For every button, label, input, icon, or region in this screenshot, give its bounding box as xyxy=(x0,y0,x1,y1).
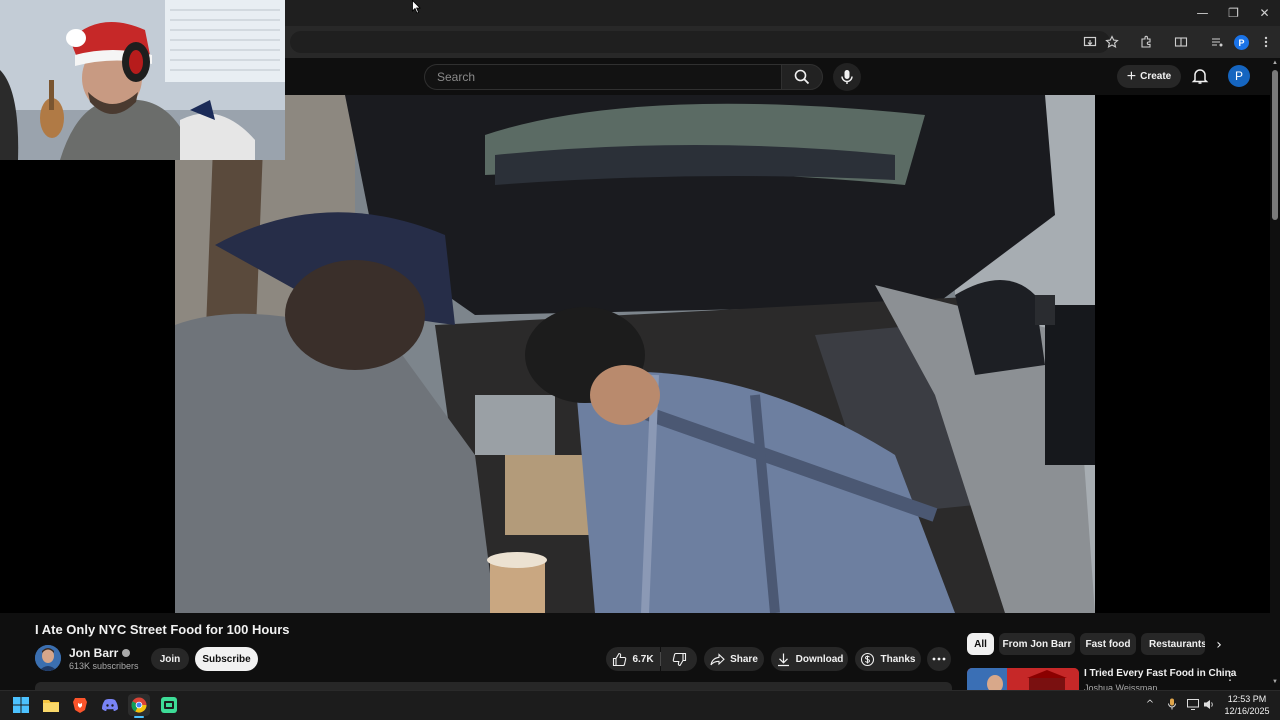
like-button[interactable]: 6.7K xyxy=(606,647,660,671)
thanks-label: Thanks xyxy=(880,653,916,665)
video-player[interactable] xyxy=(175,95,1095,613)
scrollbar-thumb[interactable] xyxy=(1272,70,1278,220)
chrome-icon[interactable] xyxy=(128,694,150,716)
browser-profile-avatar[interactable]: P xyxy=(1234,35,1249,50)
webcam-image xyxy=(0,0,285,160)
scroll-down-arrow-icon[interactable]: ▼ xyxy=(1271,679,1279,687)
address-bar[interactable] xyxy=(290,31,1110,53)
dislike-button[interactable] xyxy=(661,647,697,671)
download-icon xyxy=(777,653,789,666)
discord-icon[interactable] xyxy=(99,694,121,716)
download-label: Download xyxy=(795,653,844,665)
more-horizontal-icon xyxy=(932,657,946,661)
download-button[interactable]: Download xyxy=(771,647,848,671)
tray-overflow-icon[interactable]: ^ xyxy=(1144,698,1156,710)
subscribe-button[interactable]: Subscribe xyxy=(195,647,258,671)
search-icon xyxy=(794,69,810,85)
file-explorer-icon[interactable] xyxy=(40,694,62,716)
system-clock[interactable]: 12:53 PM 12/16/2025 xyxy=(1220,693,1274,717)
subscriber-count: 613K subscribers xyxy=(69,661,139,671)
reading-mode-icon[interactable] xyxy=(1173,34,1189,50)
media-control-icon[interactable] xyxy=(1209,34,1225,50)
share-button[interactable]: Share xyxy=(704,647,764,671)
microphone-tray-icon[interactable] xyxy=(1166,698,1178,710)
minimize-button[interactable]: — xyxy=(1187,0,1218,26)
browser-menu-icon[interactable] xyxy=(1258,34,1274,50)
super-thanks-icon xyxy=(861,652,875,666)
video-frame-image xyxy=(175,95,1095,613)
channel-name[interactable]: Jon Barr xyxy=(69,646,131,660)
thanks-button[interactable]: Thanks xyxy=(855,647,921,671)
share-icon xyxy=(710,652,725,665)
restore-button[interactable]: ❐ xyxy=(1218,0,1249,26)
screen: — ❐ ✕ P Search + Create P ▲ ▼ I Ate Only… xyxy=(0,0,1280,720)
account-avatar[interactable]: P xyxy=(1228,65,1250,87)
search-placeholder: Search xyxy=(437,70,476,84)
clock-date: 12/16/2025 xyxy=(1224,706,1270,716)
thumbs-up-icon xyxy=(613,652,627,666)
windows-taskbar xyxy=(0,690,1280,720)
chip-from-channel[interactable]: From Jon Barr xyxy=(999,633,1075,655)
create-label: Create xyxy=(1140,71,1172,82)
network-icon[interactable] xyxy=(1187,698,1199,710)
webcam-overlay xyxy=(0,0,285,160)
close-button[interactable]: ✕ xyxy=(1249,0,1280,26)
description-box[interactable] xyxy=(35,682,952,690)
share-label: Share xyxy=(730,653,758,665)
channel-avatar[interactable] xyxy=(35,645,61,671)
clock-time: 12:53 PM xyxy=(1227,694,1267,704)
install-app-icon[interactable] xyxy=(1082,34,1098,50)
chip-all[interactable]: All xyxy=(967,633,994,655)
volume-icon[interactable] xyxy=(1203,698,1215,710)
plus-icon: + xyxy=(1126,67,1137,85)
thumbs-down-icon xyxy=(672,652,686,666)
scroll-up-arrow-icon[interactable]: ▲ xyxy=(1271,60,1279,68)
join-button[interactable]: Join xyxy=(151,648,189,670)
brave-icon[interactable] xyxy=(69,694,91,716)
chevron-right-icon[interactable]: › xyxy=(1208,636,1230,654)
like-count: 6.7K xyxy=(632,653,654,665)
microphone-icon xyxy=(841,70,853,84)
start-icon[interactable] xyxy=(10,694,32,716)
voice-search-button[interactable] xyxy=(833,63,861,91)
more-actions-button[interactable] xyxy=(927,647,951,671)
app-icon[interactable] xyxy=(158,694,180,716)
create-button[interactable]: + Create xyxy=(1117,65,1181,88)
recommended-channel: Joshua Weissman xyxy=(1084,683,1158,690)
mouse-cursor-icon xyxy=(412,0,422,14)
recommended-thumbnail[interactable] xyxy=(967,668,1079,690)
notifications-icon[interactable] xyxy=(1191,67,1209,85)
active-app-indicator xyxy=(134,716,144,718)
recommended-more-icon[interactable]: ⋮ xyxy=(1224,669,1236,683)
chip-fast-food[interactable]: Fast food xyxy=(1080,633,1136,655)
window-controls: — ❐ ✕ xyxy=(1187,0,1280,26)
video-title: I Ate Only NYC Street Food for 100 Hours xyxy=(35,622,290,637)
verified-badge-icon xyxy=(122,649,131,657)
recommended-title[interactable]: I Tried Every Fast Food in China xyxy=(1084,668,1236,679)
chip-restaurants[interactable]: Restaurants xyxy=(1141,633,1205,655)
bookmark-star-icon[interactable] xyxy=(1104,34,1120,50)
search-input[interactable]: Search xyxy=(424,64,782,90)
extensions-icon[interactable] xyxy=(1138,34,1154,50)
channel-name-text: Jon Barr xyxy=(69,646,119,660)
search-button[interactable] xyxy=(781,64,823,90)
